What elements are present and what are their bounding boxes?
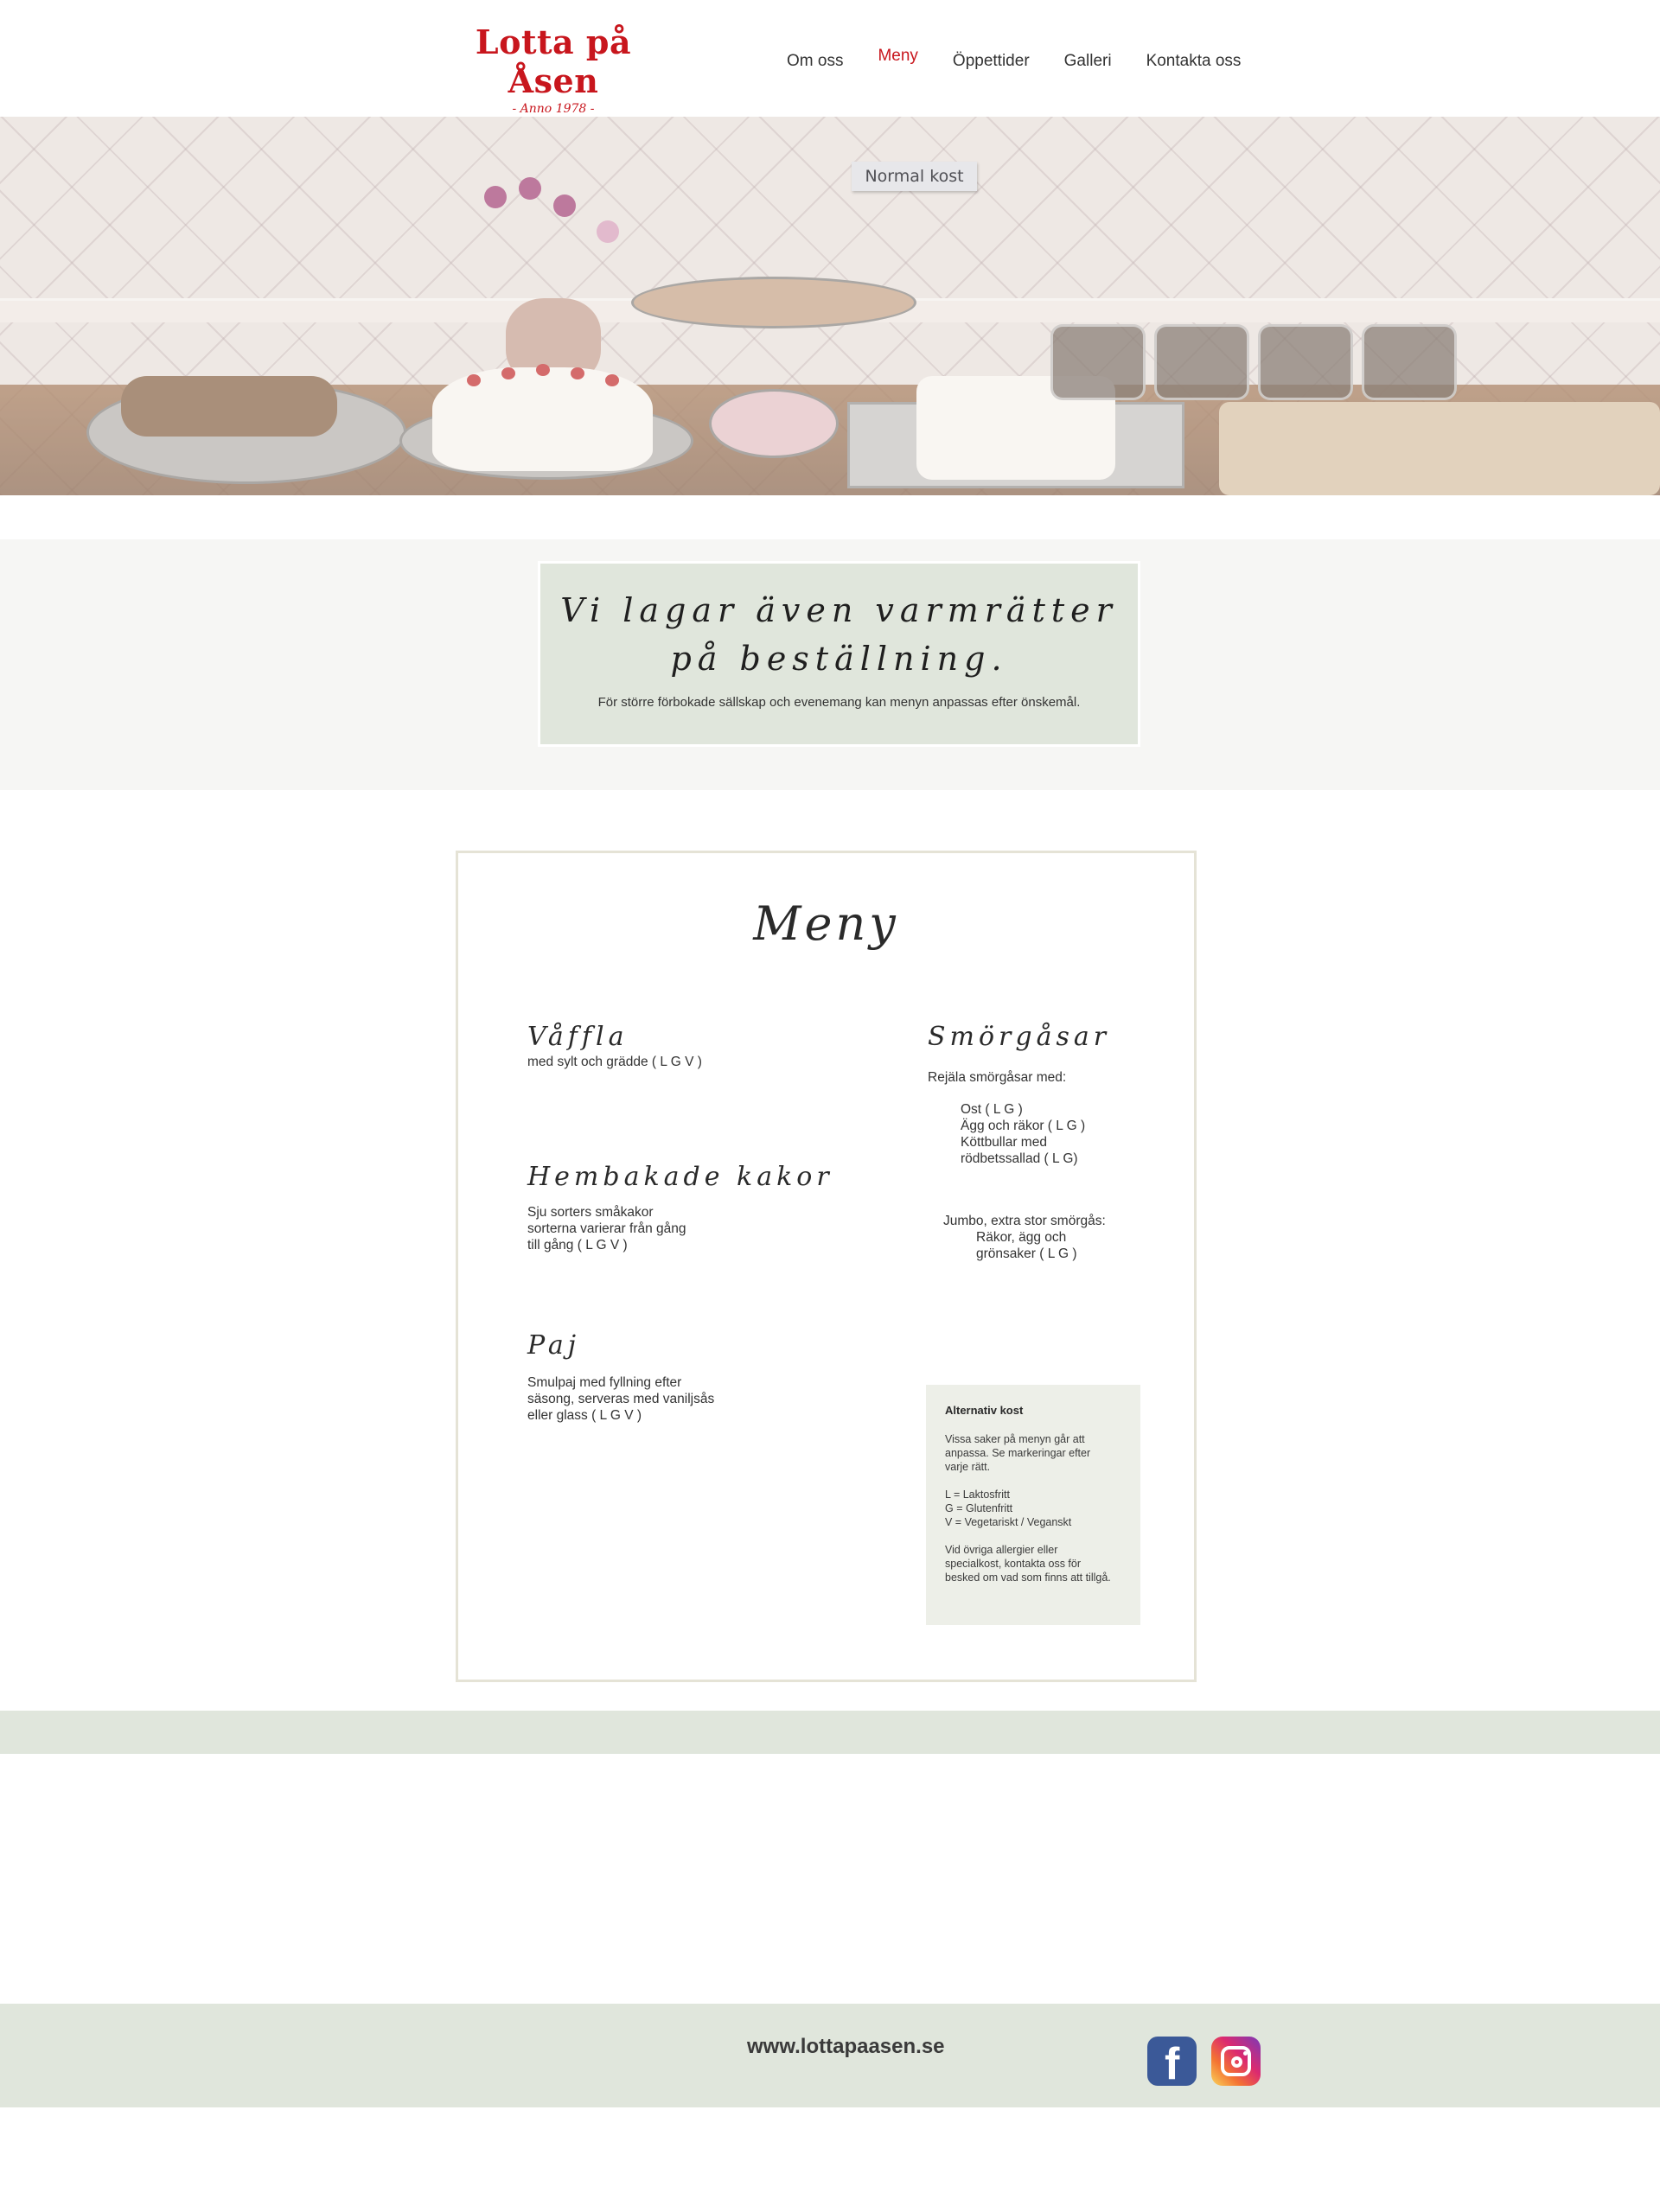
alt-legend: L = Laktosfritt G = Glutenfritt V = Vege…: [945, 1488, 1121, 1529]
section-line: Sju sorters småkakor: [527, 1205, 654, 1220]
logo-subtitle: - Anno 1978 -: [512, 102, 595, 116]
instagram-dot: [1243, 2051, 1248, 2056]
main-nav: Om oss Meny Öppettider Galleri Kontakta …: [787, 47, 1275, 78]
alternativ-kost-box: Alternativ kost Vissa saker på menyn går…: [926, 1385, 1140, 1625]
banner-title: Vi lagar även varmrätter på beställning.: [540, 586, 1138, 683]
section-intro: Rejäla smörgåsar med:: [928, 1070, 1067, 1085]
normal-kost-sign: Normal kost: [852, 162, 977, 191]
sandwich-item: Köttbullar med: [961, 1135, 1047, 1150]
facebook-icon[interactable]: f: [1147, 2037, 1197, 2089]
legend-line: L = Laktosfritt: [945, 1488, 1010, 1501]
hero-image: Normal kost: [0, 117, 1660, 495]
section-text: med sylt och grädde ( L G V ): [527, 1055, 702, 1069]
nav-item-kontakta-oss[interactable]: Kontakta oss: [1146, 52, 1242, 78]
footer-website-link[interactable]: www.lottapaasen.se: [747, 2035, 945, 2059]
menu-section-vaffla: Våffla med sylt och grädde ( L G V ): [527, 1022, 702, 1070]
alt-line: specialkost, kontakta oss för: [945, 1558, 1082, 1570]
nav-item-galleri[interactable]: Galleri: [1064, 52, 1112, 78]
jumbo-title: Jumbo, extra stor smörgås:: [943, 1214, 1106, 1228]
section-line: eller glass ( L G V ): [527, 1408, 642, 1423]
instagram-frame: [1221, 2046, 1251, 2076]
banner-text: För större förbokade sällskap och evenem…: [597, 695, 1081, 710]
section-line: sorterna varierar från gång: [527, 1221, 686, 1236]
menu-section-paj: Paj Smulpaj med fyllning efter säsong, s…: [527, 1330, 714, 1424]
divider-band: [0, 1711, 1660, 1754]
alt-line: Vid övriga allergier eller: [945, 1544, 1058, 1556]
alt-line: Vissa saker på menyn går att: [945, 1433, 1085, 1445]
site-header: Lotta på Åsen - Anno 1978 - Om oss Meny …: [0, 0, 1660, 117]
instagram-icon[interactable]: [1211, 2037, 1261, 2086]
jumbo-item: grönsaker ( L G ): [976, 1246, 1077, 1261]
site-footer: www.lottapaasen.se f: [0, 2004, 1660, 2107]
instagram-lens: [1231, 2056, 1242, 2068]
alt-paragraph: Vissa saker på menyn går att anpassa. Se…: [945, 1432, 1121, 1474]
menu-card: Meny Våffla med sylt och grädde ( L G V …: [456, 851, 1197, 1682]
menu-section-kakor: Hembakade kakor Sju sorters småkakor sor…: [527, 1162, 833, 1253]
section-text: Smulpaj med fyllning efter säsong, serve…: [527, 1374, 714, 1424]
banner-title-line2: på beställning.: [670, 640, 1008, 678]
section-title: Smörgåsar: [928, 1022, 1111, 1052]
nav-item-meny[interactable]: Meny: [878, 47, 917, 78]
banner-title-line1: Vi lagar även varmrätter: [560, 591, 1118, 629]
sandwich-item: Ägg och räkor ( L G ): [961, 1119, 1086, 1133]
sandwich-item: Ost ( L G ): [961, 1102, 1023, 1117]
section-text: Sju sorters småkakor sorterna varierar f…: [527, 1204, 833, 1253]
nav-item-om-oss[interactable]: Om oss: [787, 52, 843, 78]
menu-section-smorgasar: Smörgåsar Rejäla smörgåsar med: Ost ( L …: [928, 1022, 1178, 1262]
alt-title: Alternativ kost: [945, 1404, 1024, 1417]
alt-line: anpassa. Se markeringar efter: [945, 1447, 1091, 1459]
section-title: Paj: [527, 1330, 581, 1361]
alt-line: besked om vad som finns att tillgå.: [945, 1571, 1111, 1584]
jumbo-item: Räkor, ägg och: [976, 1230, 1067, 1245]
section-title: Våffla: [527, 1022, 629, 1052]
legend-line: V = Vegetariskt / Veganskt: [945, 1516, 1072, 1528]
nav-item-oppettider[interactable]: Öppettider: [953, 52, 1030, 78]
alt-line: varje rätt.: [945, 1461, 991, 1473]
section-line: säsong, serveras med vaniljsås: [527, 1392, 715, 1406]
section-line: Smulpaj med fyllning efter: [527, 1375, 682, 1390]
jumbo-list: Räkor, ägg och grönsaker ( L G ): [928, 1229, 1178, 1262]
sandwich-item: rödbetssallad ( L G): [961, 1151, 1078, 1166]
logo-title: Lotta på Åsen: [475, 22, 632, 100]
alt-paragraph: Vid övriga allergier eller specialkost, …: [945, 1543, 1121, 1584]
banner-card: Vi lagar även varmrätter på beställning.…: [538, 561, 1140, 747]
legend-line: G = Glutenfritt: [945, 1502, 1013, 1514]
site-logo[interactable]: Lotta på Åsen - Anno 1978 -: [450, 22, 657, 116]
sandwich-list: Ost ( L G ) Ägg och räkor ( L G ) Köttbu…: [928, 1101, 1178, 1167]
menu-title: Meny: [753, 896, 899, 951]
hero-overlay: [0, 117, 1660, 495]
section-title: Hembakade kakor: [527, 1162, 833, 1192]
section-line: till gång ( L G V ): [527, 1238, 628, 1253]
